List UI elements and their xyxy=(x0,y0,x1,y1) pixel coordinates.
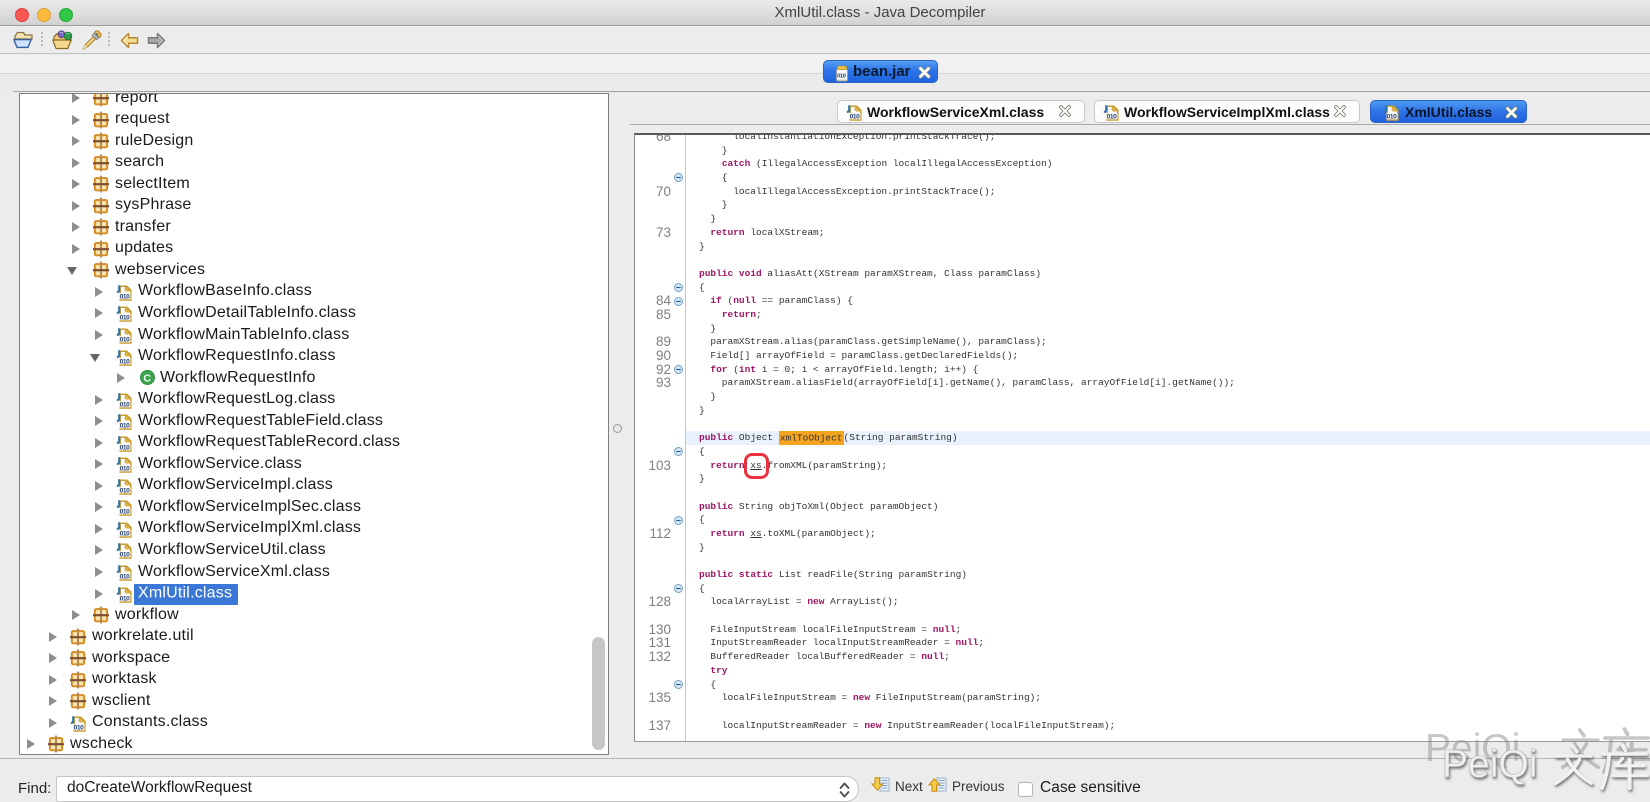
svg-text:010: 010 xyxy=(120,595,131,602)
svg-text:010: 010 xyxy=(120,552,131,559)
svg-text:010: 010 xyxy=(1387,113,1398,120)
svg-text:010: 010 xyxy=(850,113,861,120)
svg-text:010: 010 xyxy=(120,509,131,516)
svg-text:010: 010 xyxy=(120,466,131,473)
svg-text:010: 010 xyxy=(120,293,131,300)
svg-text:010: 010 xyxy=(837,73,846,79)
svg-text:010: 010 xyxy=(74,724,85,731)
svg-text:010: 010 xyxy=(120,487,131,494)
svg-text:010: 010 xyxy=(120,358,131,365)
svg-text:010: 010 xyxy=(120,444,131,451)
svg-text:010: 010 xyxy=(120,336,131,343)
svg-text:010: 010 xyxy=(120,401,131,408)
svg-text:C: C xyxy=(143,373,151,385)
svg-text:010: 010 xyxy=(120,573,131,580)
svg-text:010: 010 xyxy=(1107,113,1118,120)
svg-text:010: 010 xyxy=(120,423,131,430)
svg-text:010: 010 xyxy=(120,530,131,537)
svg-text:PeiQi: PeiQi xyxy=(1442,743,1537,786)
svg-text:010: 010 xyxy=(120,315,131,322)
